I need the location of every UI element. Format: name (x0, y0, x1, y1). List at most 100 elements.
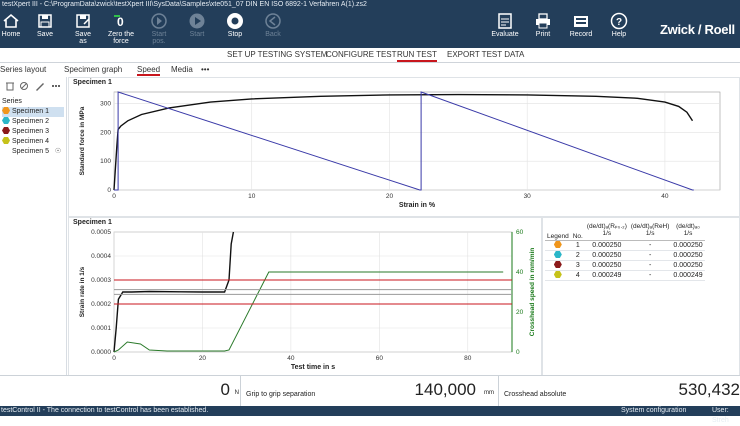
force-strain-panel: Specimen 1 0 10 20 30 40 0 100 200 300 Strain in … (68, 77, 740, 217)
tab-specimen-graph[interactable]: Specimen graph (64, 65, 122, 74)
main-nav: SET UP TESTING SYSTEM CONFIGURE TEST RUN… (0, 48, 740, 63)
y-axis-label: Strain rate in 1/s (79, 266, 86, 317)
results-table: Legend No. (de/dt)ₐ(Rₚ₀.₂) 1/s (de/dt)ₐ(R… (545, 220, 705, 281)
speed-chart[interactable]: 0 20 40 60 80 0.0000 0.0001 0.0002 0.0003 0.0004 0… (69, 218, 541, 375)
crosshead-readout: Crosshead absolute 530,432 (504, 380, 740, 399)
y-axis-label: Standard force in MPa (79, 106, 86, 175)
x-tick-label: 20 (199, 355, 207, 362)
help-button[interactable]: ? Help (602, 10, 636, 48)
x-tick-label: 0 (112, 355, 116, 362)
specimen-color-swatch (2, 137, 10, 144)
y-tick-label: 200 (100, 129, 111, 136)
record-icon (574, 16, 588, 27)
save-as-button[interactable]: Save as (66, 10, 100, 48)
stop-icon (227, 13, 243, 29)
sidebar-toolbar (6, 82, 60, 91)
svg-text:0: 0 (117, 15, 124, 29)
x-tick-label: 40 (661, 193, 669, 200)
status-bar: testControl II - The connection to testC… (0, 406, 740, 424)
sidebar-specimen-2[interactable]: Specimen 2 (2, 117, 64, 127)
save-icon (38, 14, 52, 28)
start-button[interactable]: Start (180, 10, 214, 48)
home-button[interactable]: Home (0, 10, 28, 48)
legend-swatch (553, 261, 562, 268)
y-tick-label: 0.0001 (91, 325, 111, 332)
y-tick-label: 0 (107, 187, 111, 194)
sub-tabs: Series layout Specimen graph Speed Media… (0, 63, 740, 76)
results-panel: Legend No. (de/dt)ₐ(Rₚ₀.₂) 1/s (de/dt)ₐ(R… (542, 217, 740, 376)
y2-tick-label: 60 (516, 229, 524, 236)
legend-swatch (553, 251, 562, 258)
table-row[interactable]: 3 0.000250 - 0.000250 (545, 260, 705, 271)
more-tabs-button[interactable]: ••• (201, 65, 209, 74)
help-icon: ? (610, 12, 628, 30)
tab-speed[interactable]: Speed (137, 65, 161, 76)
y2-axis-label: Crosshead speed in mm/min (529, 248, 536, 337)
tab-export-test-data[interactable]: EXPORT TEST DATA (447, 50, 524, 59)
readout-bar: 0 N Grip to grip separation 140,000 mm C… (0, 375, 740, 407)
table-row[interactable]: 4 0.000249 - 0.000249 (545, 270, 705, 281)
series-header: Series (2, 98, 22, 105)
evaluate-icon (498, 13, 512, 29)
user-label: User: Streh (712, 407, 729, 424)
plot-area (113, 91, 721, 191)
svg-text:?: ? (616, 17, 622, 28)
x-tick-label: 40 (287, 355, 295, 362)
delete-icon[interactable] (6, 82, 14, 91)
back-button[interactable]: Back (256, 10, 290, 48)
tab-media[interactable]: Media (171, 65, 193, 74)
edit-icon[interactable] (36, 83, 44, 91)
force-strain-chart[interactable]: 0 10 20 30 40 0 100 200 300 Strain in % Standard f… (69, 78, 739, 216)
save-as-icon (76, 14, 90, 28)
legend-swatch (553, 271, 562, 278)
stop-button[interactable]: Stop (218, 10, 252, 48)
print-icon (536, 13, 550, 29)
y-tick-label: 0.0005 (91, 229, 111, 236)
x-tick-label: 30 (524, 193, 532, 200)
y-tick-label: 0.0003 (91, 277, 111, 284)
home-icon (3, 13, 19, 28)
tab-set-up-testing-system[interactable]: SET UP TESTING SYSTEM (227, 50, 327, 59)
save-button[interactable]: Save (28, 10, 62, 48)
more-icon[interactable] (52, 85, 60, 87)
header-l0: (de/dt)ₐ₀ 1/s (671, 220, 705, 241)
header-no: No. (570, 220, 585, 241)
back-icon (265, 13, 281, 29)
system-configuration-link[interactable]: System configuration (621, 406, 686, 416)
connection-message: testControl II - The connection to testC… (1, 407, 209, 414)
header-rp02: (de/dt)ₐ(Rₚ₀.₂) 1/s (584, 220, 629, 241)
tab-series-layout[interactable]: Series layout (0, 65, 46, 74)
cancel-icon[interactable] (20, 82, 28, 90)
start-position-button[interactable]: Start pos. (142, 10, 176, 48)
evaluate-button[interactable]: Evaluate (488, 10, 522, 48)
y2-tick-label: 0 (516, 349, 520, 356)
specimen-color-swatch (2, 107, 10, 114)
specimen-color-swatch (2, 147, 10, 154)
x-axis-label: Strain in % (399, 202, 436, 209)
start-position-icon (151, 13, 167, 29)
record-button[interactable]: Record (564, 10, 598, 48)
y-tick-label: 100 (100, 158, 111, 165)
sidebar-specimen-4[interactable]: Specimen 4 (2, 137, 64, 147)
brand-logo: Zwick / Roell (660, 22, 735, 37)
table-row[interactable]: 1 0.000250 - 0.000250 (545, 240, 705, 251)
x-tick-label: 0 (112, 193, 116, 200)
sidebar-specimen-3[interactable]: Specimen 3 (2, 127, 64, 137)
ribbon-toolbar: Home Save Save as 0 Zero the force Start… (0, 10, 740, 48)
y2-tick-label: 40 (516, 269, 524, 276)
sidebar-specimen-1[interactable]: Specimen 1 (2, 107, 64, 117)
series-sidebar: Series Specimen 1 Specimen 2 Specimen 3 … (0, 77, 67, 375)
table-row[interactable]: 2 0.000250 - 0.000250 (545, 250, 705, 261)
y-tick-label: 0.0002 (91, 301, 111, 308)
y-tick-label: 300 (100, 101, 111, 108)
header-reh: (de/dt)ₐ(ReH) 1/s (628, 220, 672, 241)
tab-run-test[interactable]: RUN TEST (397, 50, 437, 62)
print-button[interactable]: Print (526, 10, 560, 48)
tab-configure-test[interactable]: CONFIGURE TEST (326, 50, 397, 59)
legend-swatch (553, 241, 562, 248)
specimen-color-swatch (2, 117, 10, 124)
zero-force-button[interactable]: 0 Zero the force (104, 10, 138, 48)
zero-force-icon: 0 (114, 15, 124, 29)
sidebar-specimen-5[interactable]: Specimen 5 ☉ (2, 147, 64, 157)
force-readout: 0 N (0, 376, 241, 407)
